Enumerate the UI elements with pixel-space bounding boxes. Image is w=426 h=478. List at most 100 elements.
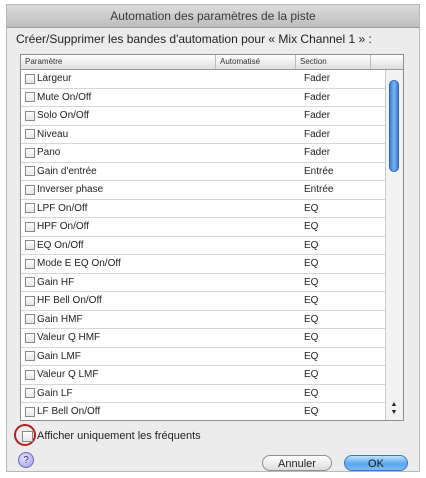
parameter-cell: Pano bbox=[21, 147, 216, 158]
show-frequent-option[interactable]: Afficher uniquement les fréquents bbox=[22, 430, 201, 442]
parameter-label: Solo On/Off bbox=[37, 110, 90, 122]
table-row[interactable]: HF Bell On/Off EQ bbox=[21, 292, 385, 311]
parameter-label: Largeur bbox=[37, 73, 72, 85]
table-row[interactable]: Gain LMF EQ bbox=[21, 348, 385, 366]
parameter-checkbox[interactable] bbox=[25, 184, 35, 195]
section-cell: Entrée bbox=[304, 165, 334, 177]
parameter-label: Pano bbox=[37, 147, 61, 159]
parameter-label: EQ On/Off bbox=[37, 239, 84, 251]
parameter-cell: Gain HMF bbox=[21, 314, 216, 325]
table-row[interactable]: Gain HMF EQ bbox=[21, 311, 385, 329]
column-header-section[interactable]: Section bbox=[296, 55, 371, 69]
window-title: Automation des paramètres de la piste bbox=[7, 5, 419, 28]
parameter-checkbox[interactable] bbox=[25, 351, 35, 362]
cancel-button[interactable]: Annuler bbox=[262, 455, 332, 471]
parameter-cell: Valeur Q LMF bbox=[21, 369, 216, 380]
table-row[interactable]: Solo On/Off Fader bbox=[21, 107, 385, 126]
parameter-checkbox[interactable] bbox=[25, 203, 35, 214]
section-cell: EQ bbox=[304, 350, 319, 362]
section-cell: EQ bbox=[304, 239, 319, 251]
section-cell: EQ bbox=[304, 387, 319, 399]
parameter-label: HPF On/Off bbox=[37, 221, 90, 233]
parameter-checkbox[interactable] bbox=[25, 369, 35, 380]
parameter-cell: Gain HF bbox=[21, 277, 216, 288]
parameter-cell: HF Bell On/Off bbox=[21, 295, 216, 306]
table-row[interactable]: Inverser phase Entrée bbox=[21, 181, 385, 200]
parameter-label: LF Bell On/Off bbox=[37, 406, 101, 418]
scroll-up-arrow-icon[interactable]: ▲ bbox=[388, 401, 400, 409]
parameter-label: Gain HMF bbox=[37, 313, 83, 325]
section-cell: EQ bbox=[304, 406, 319, 418]
parameter-checkbox[interactable] bbox=[25, 406, 35, 417]
table-row[interactable]: Mode E EQ On/Off EQ bbox=[21, 255, 385, 274]
show-frequent-label: Afficher uniquement les fréquents bbox=[37, 430, 201, 442]
parameter-checkbox[interactable] bbox=[25, 129, 35, 140]
section-cell: EQ bbox=[304, 202, 319, 214]
table-rows: Largeur Fader Mute On/Off Fader Solo On/Off F… bbox=[21, 70, 385, 420]
table-row[interactable]: Niveau Fader bbox=[21, 126, 385, 144]
scroll-thumb[interactable] bbox=[389, 80, 399, 172]
parameter-label: Gain d'entrée bbox=[37, 165, 97, 177]
column-header-automated[interactable]: Automatisé bbox=[216, 55, 296, 69]
parameter-label: Gain LMF bbox=[37, 350, 81, 362]
section-cell: Entrée bbox=[304, 184, 334, 196]
table-row[interactable]: Gain d'entrée Entrée bbox=[21, 163, 385, 181]
parameter-cell: Niveau bbox=[21, 129, 216, 140]
parameter-checkbox[interactable] bbox=[25, 277, 35, 288]
section-cell: EQ bbox=[304, 258, 319, 270]
parameter-cell: Mute On/Off bbox=[21, 92, 216, 103]
parameter-label: Valeur Q LMF bbox=[37, 369, 99, 381]
parameter-checkbox[interactable] bbox=[25, 110, 35, 121]
parameter-cell: Solo On/Off bbox=[21, 110, 216, 121]
parameter-cell: Inverser phase bbox=[21, 184, 216, 195]
parameter-checkbox[interactable] bbox=[25, 147, 35, 158]
section-cell: EQ bbox=[304, 332, 319, 344]
table-row[interactable]: Gain LF EQ bbox=[21, 385, 385, 403]
parameter-label: Gain HF bbox=[37, 276, 75, 288]
section-cell: Fader bbox=[304, 91, 331, 103]
column-header-parameter[interactable]: Paramètre bbox=[21, 55, 216, 69]
parameter-checkbox[interactable] bbox=[25, 314, 35, 325]
table-row[interactable]: EQ On/Off EQ bbox=[21, 237, 385, 255]
show-frequent-checkbox[interactable] bbox=[22, 430, 33, 442]
parameter-cell: LPF On/Off bbox=[21, 203, 216, 214]
help-icon[interactable]: ? bbox=[18, 452, 34, 468]
table-row[interactable]: Valeur Q LMF EQ bbox=[21, 366, 385, 385]
parameter-cell: Mode E EQ On/Off bbox=[21, 258, 216, 269]
table-row[interactable]: HPF On/Off EQ bbox=[21, 218, 385, 237]
parameter-checkbox[interactable] bbox=[25, 221, 35, 232]
table-row[interactable]: Valeur Q HMF EQ bbox=[21, 329, 385, 348]
parameter-checkbox[interactable] bbox=[25, 92, 35, 103]
parameter-label: Mute On/Off bbox=[37, 91, 92, 103]
section-cell: Fader bbox=[304, 73, 331, 85]
table-row[interactable]: Pano Fader bbox=[21, 144, 385, 163]
section-cell: Fader bbox=[304, 147, 331, 159]
parameter-cell: Gain LF bbox=[21, 388, 216, 399]
ok-button[interactable]: OK bbox=[344, 455, 408, 471]
parameter-cell: EQ On/Off bbox=[21, 240, 216, 251]
table-row[interactable]: LF Bell On/Off EQ bbox=[21, 403, 385, 420]
vertical-scrollbar[interactable]: ▲ ▼ bbox=[385, 70, 403, 420]
parameters-table: Paramètre Automatisé Section Largeur Fade… bbox=[20, 54, 404, 421]
parameter-checkbox[interactable] bbox=[25, 388, 35, 399]
parameter-label: LPF On/Off bbox=[37, 202, 88, 214]
table-header: Paramètre Automatisé Section bbox=[21, 55, 403, 70]
parameter-label: Niveau bbox=[37, 128, 69, 140]
parameter-checkbox[interactable] bbox=[25, 295, 35, 306]
parameter-checkbox[interactable] bbox=[25, 258, 35, 269]
table-row[interactable]: Largeur Fader bbox=[21, 70, 385, 89]
section-cell: Fader bbox=[304, 128, 331, 140]
parameter-checkbox[interactable] bbox=[25, 332, 35, 343]
table-row[interactable]: Gain HF EQ bbox=[21, 274, 385, 292]
parameter-cell: HPF On/Off bbox=[21, 221, 216, 232]
section-cell: EQ bbox=[304, 295, 319, 307]
parameter-checkbox[interactable] bbox=[25, 73, 35, 84]
table-row[interactable]: LPF On/Off EQ bbox=[21, 200, 385, 218]
table-row[interactable]: Mute On/Off Fader bbox=[21, 89, 385, 107]
section-cell: EQ bbox=[304, 313, 319, 325]
scroll-arrows[interactable]: ▲ ▼ bbox=[388, 401, 400, 417]
scroll-down-arrow-icon[interactable]: ▼ bbox=[388, 409, 400, 417]
parameter-checkbox[interactable] bbox=[25, 166, 35, 177]
parameter-checkbox[interactable] bbox=[25, 240, 35, 251]
section-cell: EQ bbox=[304, 221, 319, 233]
